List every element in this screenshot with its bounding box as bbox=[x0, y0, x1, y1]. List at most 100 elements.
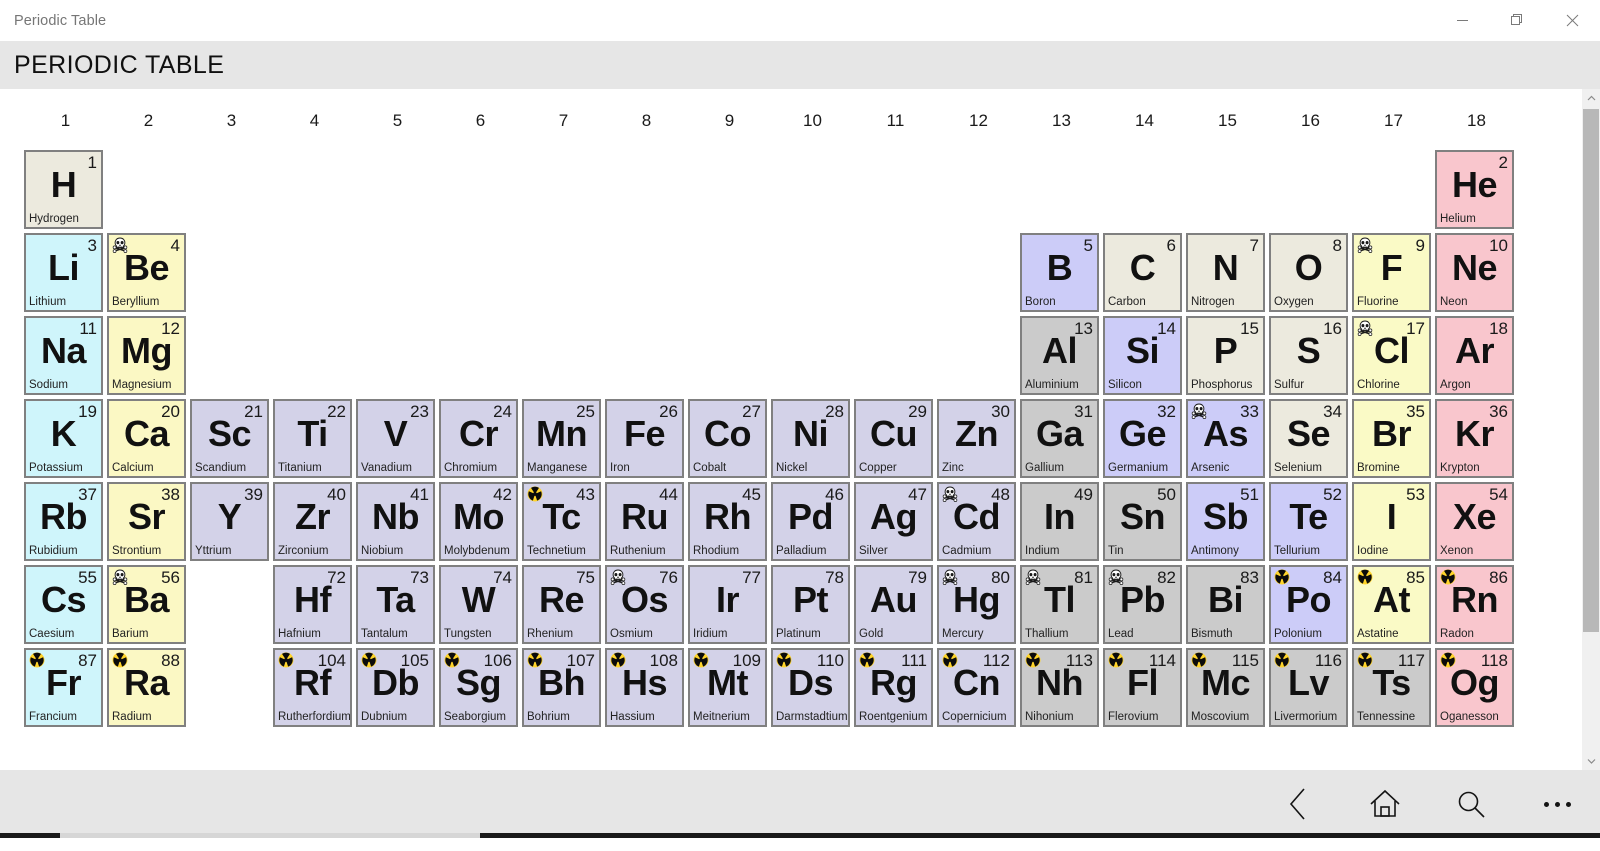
element-cell-cu[interactable]: 29CuCopper bbox=[854, 399, 933, 478]
element-cell-sb[interactable]: 51SbAntimony bbox=[1186, 482, 1265, 561]
element-cell-rb[interactable]: 37RbRubidium bbox=[24, 482, 103, 561]
element-cell-mg[interactable]: 12MgMagnesium bbox=[107, 316, 186, 395]
element-cell-ta[interactable]: 73TaTantalum bbox=[356, 565, 435, 644]
element-cell-mn[interactable]: 25MnManganese bbox=[522, 399, 601, 478]
element-cell-xe[interactable]: 54XeXenon bbox=[1435, 482, 1514, 561]
element-cell-sr[interactable]: 38SrStrontium bbox=[107, 482, 186, 561]
element-cell-zr[interactable]: 40ZrZirconium bbox=[273, 482, 352, 561]
element-cell-c[interactable]: 6CCarbon bbox=[1103, 233, 1182, 312]
scroll-down-arrow[interactable] bbox=[1582, 752, 1600, 770]
element-cell-cr[interactable]: 24CrChromium bbox=[439, 399, 518, 478]
element-cell-br[interactable]: 35BrBromine bbox=[1352, 399, 1431, 478]
element-cell-zn[interactable]: 30ZnZinc bbox=[937, 399, 1016, 478]
minimize-button[interactable] bbox=[1435, 0, 1490, 41]
element-symbol: Zn bbox=[939, 413, 1014, 455]
element-cell-al[interactable]: 13AlAluminium bbox=[1020, 316, 1099, 395]
close-button[interactable] bbox=[1545, 0, 1600, 41]
element-cell-rn[interactable]: 86RnRadon bbox=[1435, 565, 1514, 644]
element-cell-ir[interactable]: 77IrIridium bbox=[688, 565, 767, 644]
element-cell-tl[interactable]: 81TlThallium bbox=[1020, 565, 1099, 644]
element-cell-ti[interactable]: 22TiTitanium bbox=[273, 399, 352, 478]
element-cell-ag[interactable]: 47AgSilver bbox=[854, 482, 933, 561]
element-cell-rf[interactable]: 104RfRutherfordium bbox=[273, 648, 352, 727]
element-cell-au[interactable]: 79AuGold bbox=[854, 565, 933, 644]
element-cell-ra[interactable]: 88RaRadium bbox=[107, 648, 186, 727]
element-cell-sg[interactable]: 106SgSeaborgium bbox=[439, 648, 518, 727]
element-cell-si[interactable]: 14SiSilicon bbox=[1103, 316, 1182, 395]
element-cell-fr[interactable]: 87FrFrancium bbox=[24, 648, 103, 727]
element-cell-n[interactable]: 7NNitrogen bbox=[1186, 233, 1265, 312]
element-cell-fl[interactable]: 114FlFlerovium bbox=[1103, 648, 1182, 727]
element-cell-pt[interactable]: 78PtPlatinum bbox=[771, 565, 850, 644]
element-cell-in[interactable]: 49InIndium bbox=[1020, 482, 1099, 561]
horizontal-scrollbar[interactable] bbox=[0, 825, 1600, 838]
vertical-scrollbar[interactable] bbox=[1582, 89, 1600, 770]
element-cell-p[interactable]: 15PPhosphorus bbox=[1186, 316, 1265, 395]
element-cell-hs[interactable]: 108HsHassium bbox=[605, 648, 684, 727]
element-cell-lv[interactable]: 116LvLivermorium bbox=[1269, 648, 1348, 727]
element-cell-hg[interactable]: 80HgMercury bbox=[937, 565, 1016, 644]
element-cell-s[interactable]: 16SSulfur bbox=[1269, 316, 1348, 395]
element-cell-ts[interactable]: 117TsTennessine bbox=[1352, 648, 1431, 727]
element-cell-at[interactable]: 85AtAstatine bbox=[1352, 565, 1431, 644]
element-cell-k[interactable]: 19KPotassium bbox=[24, 399, 103, 478]
element-cell-te[interactable]: 52TeTellurium bbox=[1269, 482, 1348, 561]
element-cell-li[interactable]: 3LiLithium bbox=[24, 233, 103, 312]
element-cell-rh[interactable]: 45RhRhodium bbox=[688, 482, 767, 561]
element-cell-pb[interactable]: 82PbLead bbox=[1103, 565, 1182, 644]
element-cell-ne[interactable]: 10NeNeon bbox=[1435, 233, 1514, 312]
element-cell-na[interactable]: 11NaSodium bbox=[24, 316, 103, 395]
element-cell-y[interactable]: 39YYttrium bbox=[190, 482, 269, 561]
restore-button[interactable] bbox=[1490, 0, 1545, 41]
element-cell-mc[interactable]: 115McMoscovium bbox=[1186, 648, 1265, 727]
element-cell-ge[interactable]: 32GeGermanium bbox=[1103, 399, 1182, 478]
element-cell-bh[interactable]: 107BhBohrium bbox=[522, 648, 601, 727]
element-cell-sc[interactable]: 21ScScandium bbox=[190, 399, 269, 478]
element-cell-w[interactable]: 74WTungsten bbox=[439, 565, 518, 644]
element-cell-cs[interactable]: 55CsCaesium bbox=[24, 565, 103, 644]
element-cell-sn[interactable]: 50SnTin bbox=[1103, 482, 1182, 561]
element-cell-ca[interactable]: 20CaCalcium bbox=[107, 399, 186, 478]
element-cell-ru[interactable]: 44RuRuthenium bbox=[605, 482, 684, 561]
element-cell-h[interactable]: 1HHydrogen bbox=[24, 150, 103, 229]
element-cell-cd[interactable]: 48CdCadmium bbox=[937, 482, 1016, 561]
element-cell-bi[interactable]: 83BiBismuth bbox=[1186, 565, 1265, 644]
element-cell-ds[interactable]: 110DsDarmstadtium bbox=[771, 648, 850, 727]
element-cell-tc[interactable]: 43TcTechnetium bbox=[522, 482, 601, 561]
element-cell-db[interactable]: 105DbDubnium bbox=[356, 648, 435, 727]
scroll-up-arrow[interactable] bbox=[1582, 89, 1600, 107]
element-cell-i[interactable]: 53IIodine bbox=[1352, 482, 1431, 561]
element-cell-re[interactable]: 75ReRhenium bbox=[522, 565, 601, 644]
element-cell-v[interactable]: 23VVanadium bbox=[356, 399, 435, 478]
vertical-scrollbar-thumb[interactable] bbox=[1583, 109, 1599, 632]
element-name: Arsenic bbox=[1191, 461, 1229, 476]
element-cell-po[interactable]: 84PoPolonium bbox=[1269, 565, 1348, 644]
element-cell-cn[interactable]: 112CnCopernicium bbox=[937, 648, 1016, 727]
element-cell-kr[interactable]: 36KrKrypton bbox=[1435, 399, 1514, 478]
element-cell-os[interactable]: 76OsOsmium bbox=[605, 565, 684, 644]
element-cell-se[interactable]: 34SeSelenium bbox=[1269, 399, 1348, 478]
element-cell-pd[interactable]: 46PdPalladium bbox=[771, 482, 850, 561]
element-cell-nb[interactable]: 41NbNiobium bbox=[356, 482, 435, 561]
element-name: Chlorine bbox=[1357, 378, 1400, 393]
element-cell-ar[interactable]: 18ArArgon bbox=[1435, 316, 1514, 395]
element-cell-f[interactable]: 9FFluorine bbox=[1352, 233, 1431, 312]
element-cell-he[interactable]: 2HeHelium bbox=[1435, 150, 1514, 229]
element-cell-b[interactable]: 5BBoron bbox=[1020, 233, 1099, 312]
horizontal-scrollbar-thumb[interactable] bbox=[60, 833, 480, 838]
element-cell-as[interactable]: 33AsArsenic bbox=[1186, 399, 1265, 478]
element-cell-mt[interactable]: 109MtMeitnerium bbox=[688, 648, 767, 727]
element-cell-nh[interactable]: 113NhNihonium bbox=[1020, 648, 1099, 727]
element-cell-ba[interactable]: 56BaBarium bbox=[107, 565, 186, 644]
element-cell-hf[interactable]: 72HfHafnium bbox=[273, 565, 352, 644]
element-cell-og[interactable]: 118OgOganesson bbox=[1435, 648, 1514, 727]
element-cell-o[interactable]: 8OOxygen bbox=[1269, 233, 1348, 312]
element-cell-ni[interactable]: 28NiNickel bbox=[771, 399, 850, 478]
element-cell-mo[interactable]: 42MoMolybdenum bbox=[439, 482, 518, 561]
element-cell-rg[interactable]: 111RgRoentgenium bbox=[854, 648, 933, 727]
element-cell-be[interactable]: 4BeBeryllium bbox=[107, 233, 186, 312]
element-cell-cl[interactable]: 17ClChlorine bbox=[1352, 316, 1431, 395]
element-cell-co[interactable]: 27CoCobalt bbox=[688, 399, 767, 478]
element-cell-fe[interactable]: 26FeIron bbox=[605, 399, 684, 478]
element-cell-ga[interactable]: 31GaGallium bbox=[1020, 399, 1099, 478]
